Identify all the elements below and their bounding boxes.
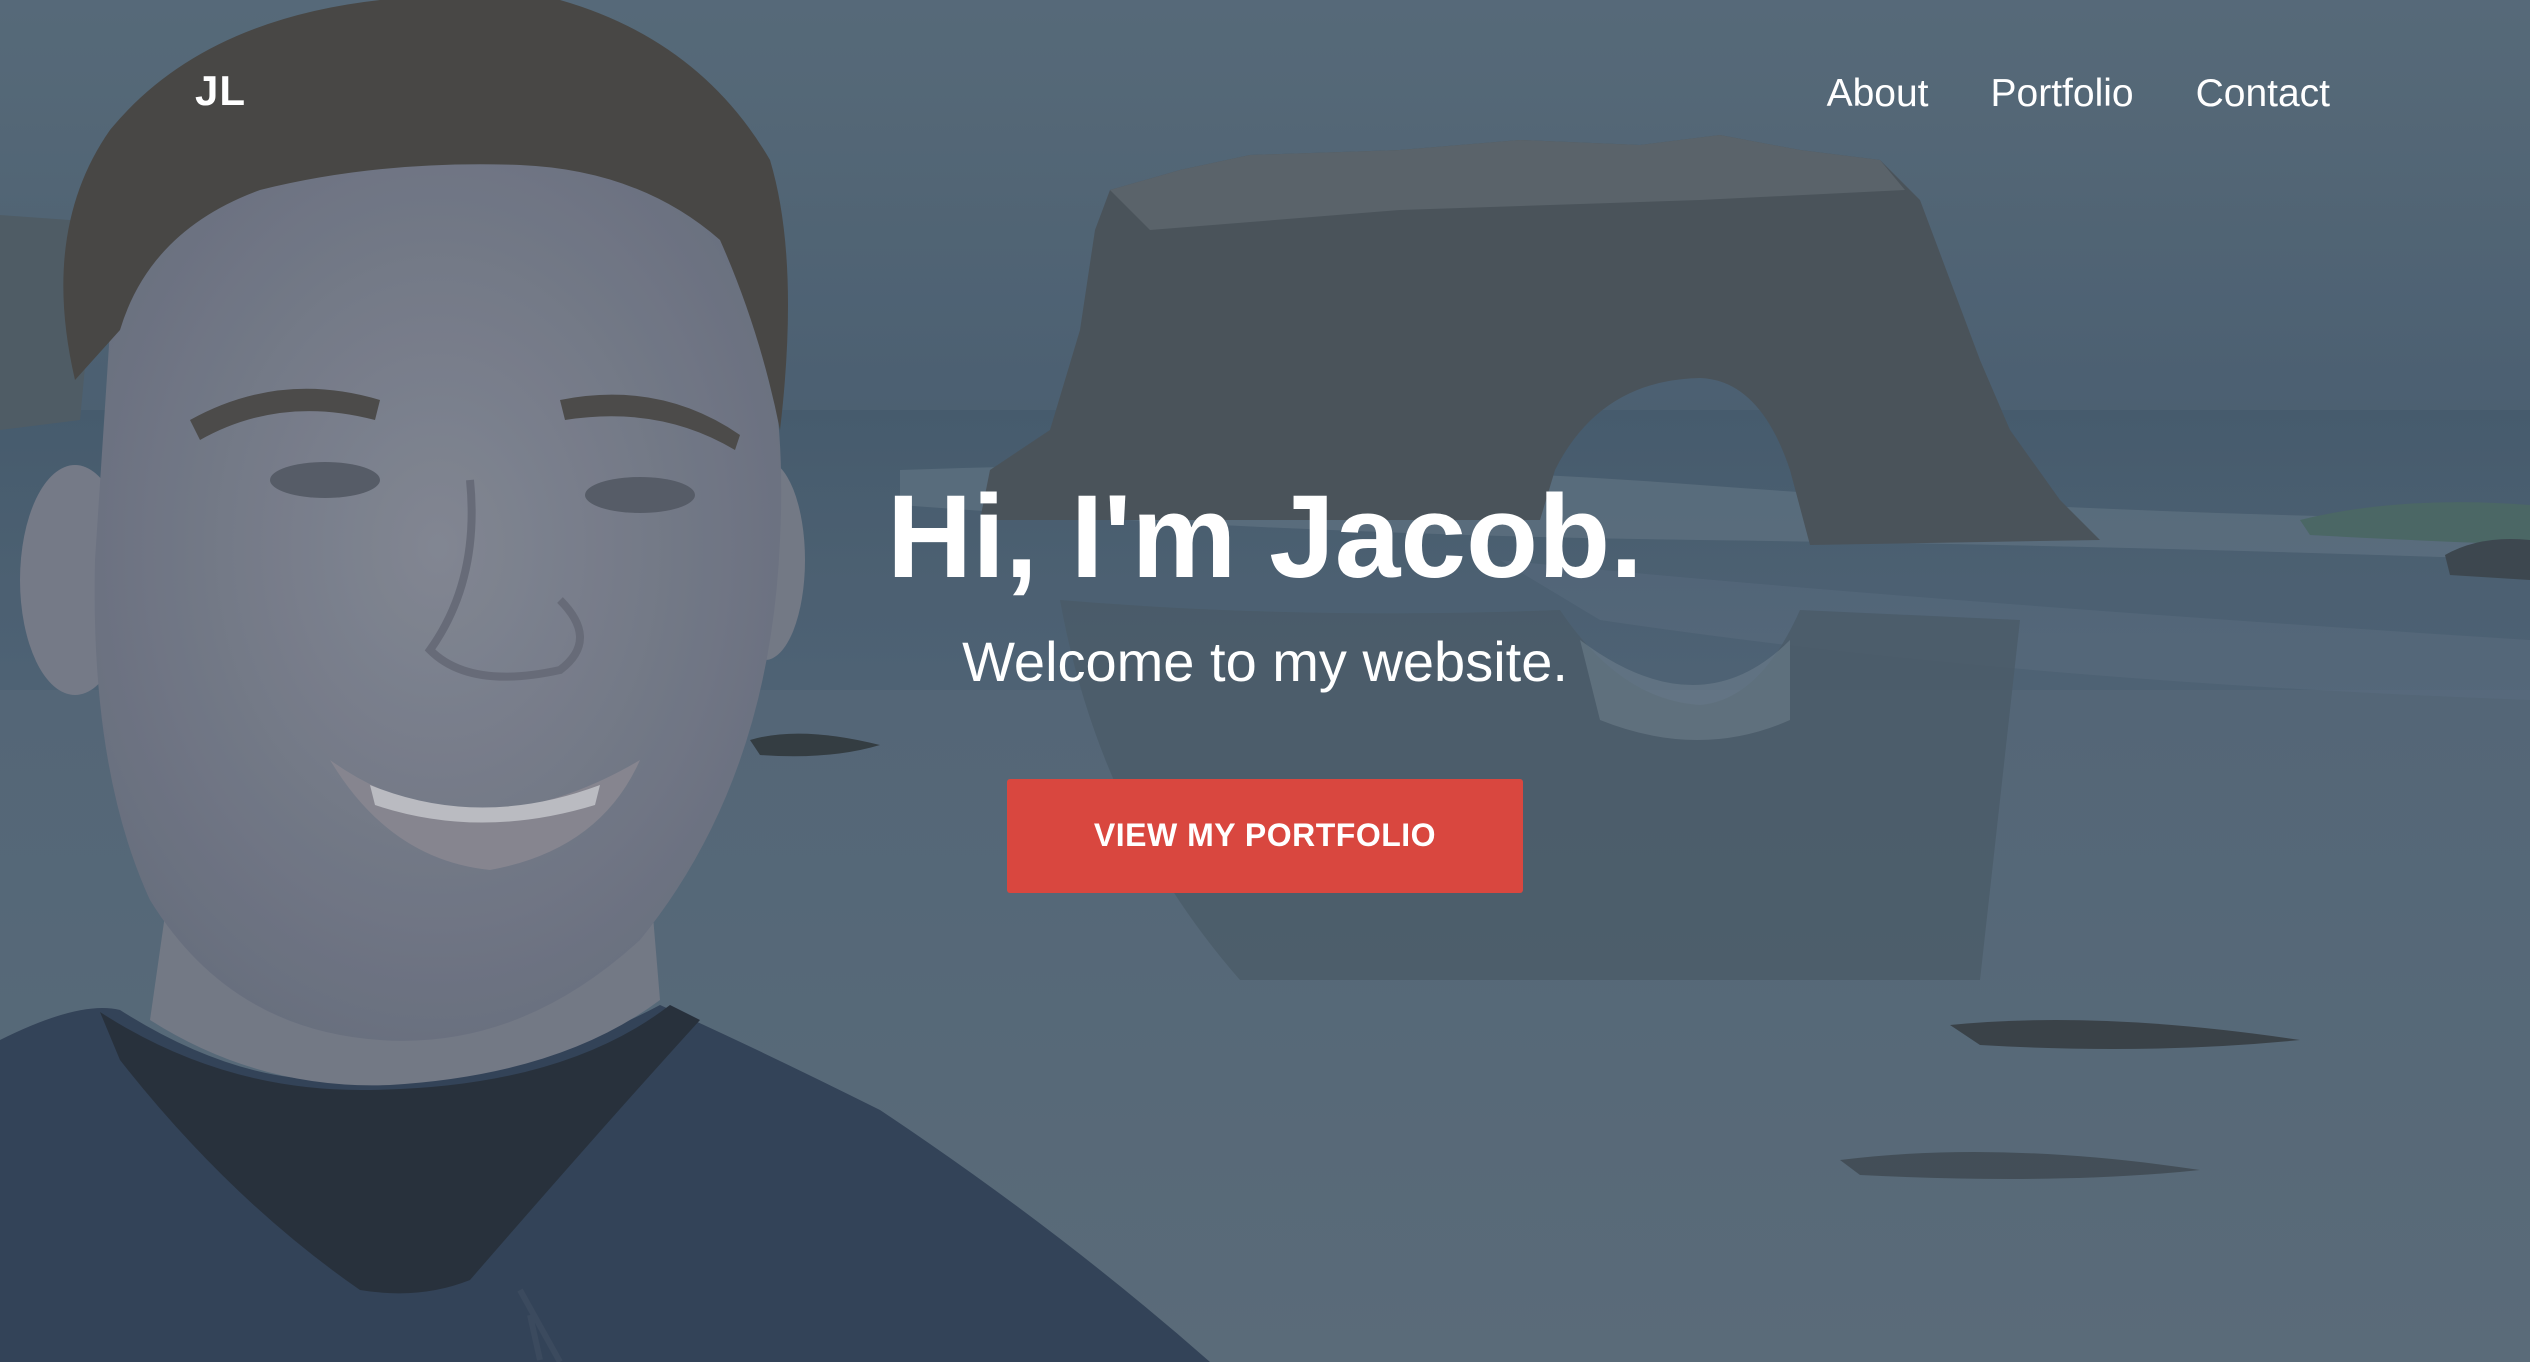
nav-link-about[interactable]: About: [1827, 74, 1929, 113]
logo-link[interactable]: JL: [195, 70, 246, 112]
hero-section: JL About Portfolio Contact Hi, I'm Jacob…: [0, 0, 2530, 1362]
hero-content: Hi, I'm Jacob. Welcome to my website. VI…: [0, 470, 2530, 893]
view-portfolio-button[interactable]: VIEW MY PORTFOLIO: [1007, 778, 1523, 893]
nav-link-contact[interactable]: Contact: [2196, 74, 2330, 113]
hero-headline: Hi, I'm Jacob.: [887, 471, 1643, 603]
hero-subheadline: Welcome to my website.: [962, 629, 1568, 693]
top-nav: About Portfolio Contact: [1827, 74, 2330, 113]
nav-link-portfolio[interactable]: Portfolio: [1991, 74, 2134, 113]
